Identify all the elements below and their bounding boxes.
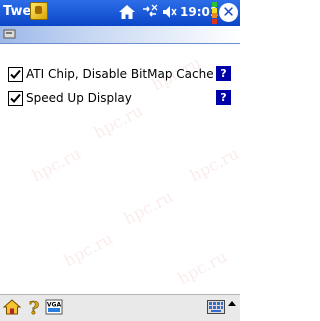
- checkbox[interactable]: [8, 67, 23, 82]
- watermark: hpc.ru: [186, 143, 242, 186]
- battery-level-segment: [212, 13, 217, 18]
- checkmark-icon: [10, 69, 21, 79]
- vga-label: VGA: [47, 302, 62, 309]
- battery-icon[interactable]: [212, 2, 217, 24]
- help-button[interactable]: ?: [216, 66, 231, 81]
- close-icon: ✕: [222, 3, 235, 21]
- checkbox[interactable]: [8, 91, 23, 106]
- home-icon[interactable]: [118, 3, 136, 21]
- help-icon[interactable]: ?: [25, 298, 43, 316]
- checkmark-icon: [10, 93, 21, 103]
- header-strip: [0, 26, 240, 44]
- svg-text:?: ?: [29, 298, 40, 316]
- watermark: hpc.ru: [28, 143, 84, 186]
- battery-level-segment: [212, 2, 217, 7]
- close-button[interactable]: ✕: [219, 3, 238, 22]
- help-icon: ?: [220, 67, 227, 80]
- option-speed-up-display[interactable]: Speed Up Display ?: [8, 90, 232, 108]
- help-icon: ?: [220, 91, 227, 104]
- network-icon[interactable]: [141, 4, 158, 20]
- battery-level-segment: [212, 18, 217, 24]
- keyboard-icon[interactable]: [207, 300, 225, 314]
- input-panel-arrow-icon[interactable]: [228, 301, 236, 306]
- battery-level-segment: [212, 7, 217, 13]
- volume-icon[interactable]: [161, 4, 178, 20]
- title-bar: Twe 19:01 ✕: [0, 0, 240, 26]
- bottom-toolbar: ? VGA: [0, 294, 240, 321]
- watermark: hpc.ru: [174, 246, 230, 289]
- app-title: Twe: [3, 4, 32, 19]
- tweaks-app-icon[interactable]: [30, 2, 48, 20]
- option-label: ATI Chip, Disable BitMap Cache: [26, 67, 214, 81]
- drive-icon: [3, 29, 16, 39]
- vga-icon[interactable]: VGA: [45, 298, 63, 316]
- help-button[interactable]: ?: [216, 90, 231, 105]
- option-label: Speed Up Display: [26, 91, 132, 105]
- watermark: hpc.ru: [60, 228, 116, 271]
- option-ati-chip-disable-bitmap-cache[interactable]: ATI Chip, Disable BitMap Cache ?: [8, 66, 232, 84]
- watermark: hpc.ru: [120, 186, 176, 229]
- home-icon[interactable]: [3, 298, 21, 316]
